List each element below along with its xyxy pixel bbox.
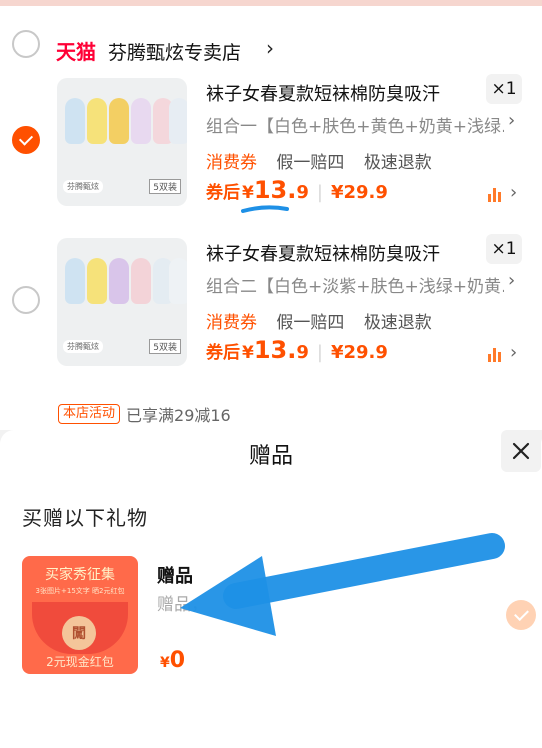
service-tags: 消费券 假一赔四 极速退款 [206,148,446,173]
gift-image[interactable]: 买家秀征集 3张图片+15文字 晒2元红包 闖 2元现金红包 [22,556,138,674]
gift-description: 赠品， [157,595,208,615]
price-integer: 13. [253,176,297,204]
price-chevron-icon[interactable]: › [510,342,517,363]
thumb-pack: 5双装 [149,178,181,194]
original-price: ¥29.9 [330,182,388,203]
sock-icon [169,98,187,144]
tag-guarantee: 假一赔四 [276,313,345,333]
price-trend-icon[interactable] [488,348,506,362]
sheet-title: 赠品 [248,444,293,469]
price-symbol: ¥ [242,183,254,203]
thumb-brand: 芬腾甄炫 [63,339,103,353]
variant-chevron-icon[interactable]: › [508,270,515,291]
sock-icon [131,98,151,144]
promo-badge[interactable]: 本店活动 [58,404,121,424]
item-select-radio[interactable] [12,286,40,314]
red-envelope-coin-icon: 闖 [62,616,96,650]
tag-coupon: 消费券 [206,313,257,333]
shop-chevron-icon[interactable]: › [266,36,274,60]
quantity-badge[interactable]: ×1 [486,74,522,104]
price-decimal: 9 [296,342,309,363]
price-symbol: ¥ [242,343,254,363]
price-chevron-icon[interactable]: › [510,182,517,203]
tag-refund: 极速退款 [363,153,432,173]
product-title[interactable]: 袜子女春夏款短袜棉防臭吸汗 [206,240,476,266]
gift-select-check[interactable] [506,600,536,630]
sock-icon [169,258,187,304]
product-thumbnail[interactable]: 芬腾甄炫 5双装 [57,238,187,366]
gift-sheet: 赠品 买赠以下礼物 买家秀征集 3张图片+15文字 晒2元红包 闖 2元现金红包… [0,430,542,748]
sock-icon [87,258,107,304]
sock-icon [109,258,129,304]
quantity-badge[interactable]: ×1 [486,234,522,264]
service-tags: 消费券 假一赔四 极速退款 [206,308,446,333]
product-title[interactable]: 袜子女春夏款短袜棉防臭吸汗 [206,80,476,106]
price-divider: | [316,182,323,203]
close-button[interactable] [501,430,541,472]
gift-image-footer: 2元现金红包 [46,655,114,669]
gift-price-value: 0 [169,648,186,673]
promo-text: 已享满29减16 [126,406,231,425]
price-row: 券后 ¥ 13. 9 | ¥29.9 [206,336,388,364]
tag-guarantee: 假一赔四 [276,153,345,173]
price-decimal: 9 [296,182,309,203]
sock-icon [131,258,151,304]
price-integer: 13. [253,336,297,364]
thumb-brand: 芬腾甄炫 [63,179,103,193]
cart-shop-card: 天猫 芬腾甄炫专卖店 › 芬腾甄炫 5双装 袜子女春夏款短袜棉防臭吸汗 ×1 组… [0,6,542,430]
close-icon [512,442,530,460]
price-row: 券后 ¥ 13. 9 | ¥29.9 [206,176,388,204]
sock-icon [87,98,107,144]
tag-refund: 极速退款 [363,313,432,333]
item-select-radio[interactable] [12,126,40,154]
shop-promo: 本店活动 已享满29减16 [58,402,231,426]
shop-name[interactable]: 芬腾甄炫专卖店 [108,38,241,65]
price-label: 券后 [206,183,240,203]
gift-price: ¥0 [160,648,185,673]
gift-price-symbol: ¥ [160,655,170,671]
sock-icon [109,98,129,144]
tag-coupon: 消费券 [206,153,257,173]
product-thumbnail[interactable]: 芬腾甄炫 5双装 [57,78,187,206]
thumb-pack: 5双装 [149,338,181,354]
price-divider: | [316,342,323,363]
price-label: 券后 [206,343,240,363]
handwritten-underline-annotation [241,205,289,213]
variant-selector[interactable]: 组合一【白色+肤色+黄色+奶黄+浅绿… [206,112,504,137]
section-heading: 买赠以下礼物 [22,506,148,530]
sock-icon [65,98,85,144]
sock-icon [65,258,85,304]
variant-chevron-icon[interactable]: › [508,110,515,131]
tmall-logo: 天猫 [56,40,96,64]
price-trend-icon[interactable] [488,188,506,202]
variant-selector[interactable]: 组合二【白色+淡紫+肤色+浅绿+奶黄… [206,272,504,297]
gift-name: 赠品 [157,566,193,587]
original-price: ¥29.9 [330,342,388,363]
gift-image-subtitle: 3张图片+15文字 晒2元红包 [35,587,125,595]
shop-select-radio[interactable] [12,30,40,58]
gift-image-title: 买家秀征集 [45,567,115,583]
